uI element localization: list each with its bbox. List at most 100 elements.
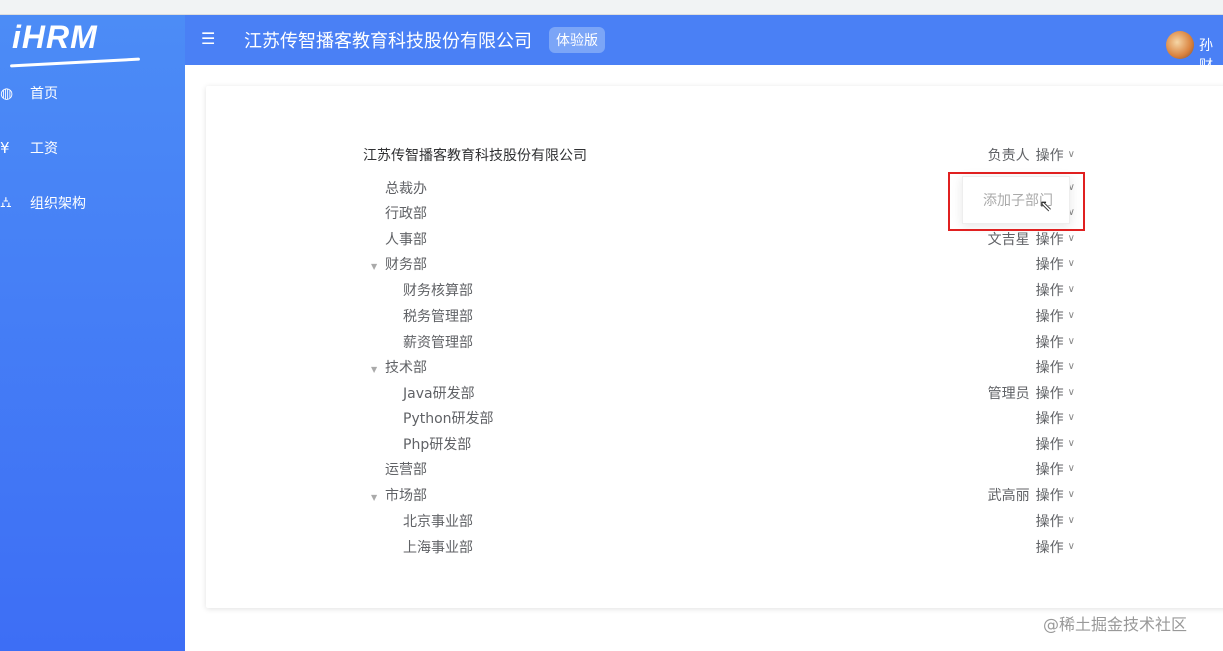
avatar[interactable] [1166, 31, 1194, 59]
tree-row[interactable]: 北京事业部 操作 ∨ [363, 508, 1075, 533]
action-dropdown[interactable]: 操作∨ [1036, 537, 1075, 557]
tree-row[interactable]: ▼ 财务部 操作 ∨ [363, 251, 1075, 276]
chevron-down-icon: ∨ [1067, 412, 1075, 423]
sidebar-item-org[interactable]: ⛼ 组织架构 [0, 183, 185, 223]
dept-name: 技术部 [385, 359, 427, 376]
org-chart-icon: ⛼ [0, 193, 12, 211]
dept-name: 人事部 [385, 231, 427, 248]
action-dropdown[interactable]: 操作∨ [1036, 511, 1075, 531]
tree-row[interactable]: ▼ 市场部 武高丽 操作 ∨ [363, 482, 1075, 507]
browser-chrome [0, 0, 1223, 15]
action-dropdown[interactable]: 操作∨ [1036, 306, 1075, 326]
chevron-down-icon: ∨ [1067, 489, 1075, 500]
sidebar-item-home[interactable]: ◍ 首页 [0, 73, 185, 113]
tree-row[interactable]: 税务管理部 操作 ∨ [363, 303, 1075, 328]
dept-name: 上海事业部 [403, 539, 473, 556]
sidebar-item-label: 组织架构 [30, 196, 86, 212]
sidebar-item-label: 首页 [30, 86, 58, 102]
tree-row[interactable]: 薪资管理部 操作 ∨ [363, 329, 1075, 354]
chevron-down-icon: ∨ [1067, 463, 1075, 474]
chevron-down-icon: ∨ [1067, 361, 1075, 372]
yen-icon: ¥ [0, 139, 10, 157]
chevron-down-icon: ∨ [1067, 336, 1075, 347]
sidebar-item-salary[interactable]: ¥ 工资 [0, 128, 185, 168]
action-dropdown[interactable]: 操作∨ [1036, 332, 1075, 352]
action-label: 操作 [1035, 256, 1064, 273]
caret-down-icon[interactable]: ▼ [371, 493, 385, 502]
chevron-down-icon: ∨ [1067, 387, 1075, 398]
chevron-down-icon: ∨ [1067, 284, 1075, 295]
dashboard-icon: ◍ [0, 84, 14, 102]
logo-underline [10, 57, 140, 68]
action-dropdown[interactable]: 操作∨ [1036, 357, 1075, 377]
dept-name: 运营部 [385, 461, 427, 478]
tree-row[interactable]: 财务核算部 操作 ∨ [363, 277, 1075, 302]
tree-row[interactable]: 上海事业部 操作 ∨ [363, 534, 1075, 559]
dept-name: 市场部 [385, 487, 427, 504]
chevron-down-icon: ∨ [1067, 258, 1075, 269]
action-dropdown[interactable]: 操作∨ [1036, 229, 1075, 249]
version-badge: 体验版 [549, 27, 605, 53]
chevron-down-icon: ∨ [1067, 541, 1075, 552]
dept-name: Python研发部 [403, 410, 494, 427]
action-label: 操作 [1035, 487, 1064, 504]
tree-row[interactable]: Java研发部 管理员 操作 ∨ [363, 380, 1075, 405]
dept-name: 税务管理部 [403, 308, 473, 325]
action-dropdown[interactable]: 操作∨ [1036, 434, 1075, 454]
tree-row[interactable]: ▼ 技术部 操作 ∨ [363, 354, 1075, 379]
action-label: 操作 [1035, 461, 1064, 478]
chevron-down-icon: ∨ [1067, 233, 1075, 244]
action-label: 操作 [1035, 334, 1064, 351]
top-header: ☰ 江苏传智播客教育科技股份有限公司 体验版 孙财 [185, 15, 1223, 74]
action-label: 操作 [1035, 231, 1064, 248]
dept-name: Java研发部 [403, 385, 475, 402]
dept-manager: 文吉星 [987, 231, 1030, 248]
username[interactable]: 孙财 [1199, 35, 1223, 75]
sidebar: iHRM ◍ 首页 ¥ 工资 ⛼ 组织架构 [0, 15, 185, 651]
tree-root-row[interactable]: 江苏传智播客教育科技股份有限公司 负责人 操作 ∨ [363, 142, 1075, 167]
action-label: 操作 [1035, 282, 1064, 299]
action-label: 操作 [1035, 513, 1064, 530]
action-label: 操作 [1035, 410, 1064, 427]
dept-name: Php研发部 [403, 436, 472, 453]
action-label: 操作 [1035, 147, 1064, 164]
action-label: 操作 [1035, 385, 1064, 402]
action-dropdown[interactable]: 操作∨ [1036, 254, 1075, 274]
chevron-down-icon: ∨ [1067, 310, 1075, 321]
logo: iHRM [12, 19, 98, 55]
dept-name: 薪资管理部 [403, 334, 473, 351]
dept-name: 财务部 [385, 256, 427, 273]
dept-manager: 管理员 [987, 385, 1030, 402]
menu-toggle-icon[interactable]: ☰ [201, 29, 215, 48]
dept-name: 江苏传智播客教育科技股份有限公司 [363, 147, 587, 164]
dept-manager: 负责人 [987, 147, 1030, 164]
caret-down-icon[interactable]: ▼ [371, 365, 385, 374]
action-dropdown[interactable]: 操作∨ [1036, 459, 1075, 479]
tree-row[interactable]: Php研发部 操作 ∨ [363, 431, 1075, 456]
action-dropdown[interactable]: 操作∨ [1036, 485, 1075, 505]
mouse-cursor-icon: ⇖ [1039, 196, 1053, 215]
dept-name: 财务核算部 [403, 282, 473, 299]
sidebar-item-label: 工资 [30, 141, 58, 157]
annotation-highlight-box [948, 172, 1085, 231]
action-label: 操作 [1035, 308, 1064, 325]
dept-name: 总裁办 [385, 180, 427, 197]
chevron-down-icon: ∨ [1067, 438, 1075, 449]
action-dropdown[interactable]: 操作∨ [1036, 383, 1075, 403]
action-label: 操作 [1035, 539, 1064, 556]
tree-row[interactable]: 运营部 操作 ∨ [363, 456, 1075, 481]
action-dropdown[interactable]: 操作∨ [1036, 280, 1075, 300]
caret-down-icon[interactable]: ▼ [371, 262, 385, 271]
dept-manager: 武高丽 [987, 487, 1030, 504]
action-label: 操作 [1035, 436, 1064, 453]
dept-name: 北京事业部 [403, 513, 473, 530]
action-dropdown[interactable]: 操作∨ [1036, 145, 1075, 165]
dept-name: 行政部 [385, 205, 427, 222]
watermark: @稀土掘金技术社区 [1043, 615, 1188, 634]
action-dropdown[interactable]: 操作∨ [1036, 408, 1075, 428]
action-label: 操作 [1035, 359, 1064, 376]
chevron-down-icon: ∨ [1067, 515, 1075, 526]
company-title: 江苏传智播客教育科技股份有限公司 [244, 31, 532, 52]
chevron-down-icon: ∨ [1067, 149, 1075, 160]
tree-row[interactable]: Python研发部 操作 ∨ [363, 405, 1075, 430]
